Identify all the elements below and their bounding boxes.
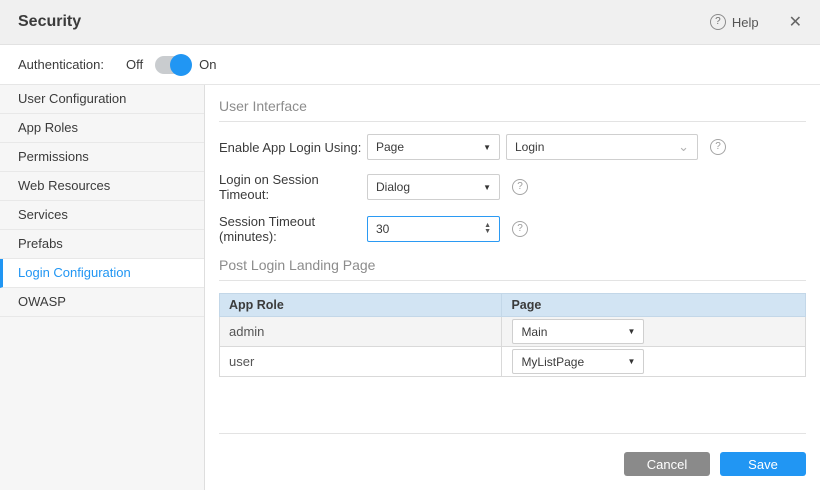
authentication-bar: Authentication: Off On xyxy=(0,45,820,85)
session-timeout-minutes-value: 30 xyxy=(376,222,389,236)
app-role-cell: user xyxy=(220,347,502,377)
session-timeout-help-icon[interactable]: ? xyxy=(512,179,528,195)
dropdown-arrow-icon: ▼ xyxy=(483,183,491,192)
sidebar-item-services[interactable]: Services xyxy=(0,201,204,230)
user-page-select[interactable]: MyListPage ▼ xyxy=(512,349,644,374)
save-button[interactable]: Save xyxy=(720,452,806,476)
login-configuration-panel: User Interface Enable App Login Using: P… xyxy=(205,85,820,490)
dropdown-arrow-icon: ▼ xyxy=(628,327,636,336)
session-timeout-type-value: Dialog xyxy=(376,180,410,194)
enable-app-login-row: Enable App Login Using: Page ▼ Login ⌄ ? xyxy=(219,134,806,160)
section-title-post-login: Post Login Landing Page xyxy=(219,257,806,281)
authentication-toggle[interactable] xyxy=(155,56,189,74)
table-header-row: App Role Page xyxy=(220,294,806,317)
session-timeout-type-select[interactable]: Dialog ▼ xyxy=(367,174,500,200)
admin-page-select[interactable]: Main ▼ xyxy=(512,319,644,344)
number-stepper-icon[interactable]: ▲▼ xyxy=(484,223,491,235)
sidebar-item-owasp[interactable]: OWASP xyxy=(0,288,204,317)
timeout-minutes-help-icon[interactable]: ? xyxy=(512,221,528,237)
cancel-button[interactable]: Cancel xyxy=(624,452,710,476)
close-icon[interactable]: ✕ xyxy=(789,12,802,32)
column-header-page: Page xyxy=(502,294,806,317)
user-page-value: MyListPage xyxy=(521,355,584,369)
app-role-cell: admin xyxy=(220,317,502,347)
app-login-type-value: Page xyxy=(376,140,404,154)
help-icon: ? xyxy=(710,14,726,30)
login-session-timeout-row: Login on Session Timeout: Dialog ▼ ? xyxy=(219,172,806,202)
page-title: Security xyxy=(18,13,81,31)
dropdown-arrow-icon: ▼ xyxy=(628,357,636,366)
authentication-label: Authentication: xyxy=(18,57,104,72)
table-row: admin Main ▼ xyxy=(220,317,806,347)
toggle-knob xyxy=(170,54,192,76)
help-button[interactable]: ? Help xyxy=(710,14,759,30)
chevron-down-icon: ⌄ xyxy=(678,143,689,151)
session-timeout-minutes-row: Session Timeout (minutes): 30 ▲▼ ? xyxy=(219,214,806,244)
table-row: user MyListPage ▼ xyxy=(220,347,806,377)
sidebar-item-web-resources[interactable]: Web Resources xyxy=(0,172,204,201)
app-login-help-icon[interactable]: ? xyxy=(710,139,726,155)
sidebar-item-user-configuration[interactable]: User Configuration xyxy=(0,85,204,114)
session-timeout-minutes-label: Session Timeout (minutes): xyxy=(219,214,367,244)
sidebar-item-permissions[interactable]: Permissions xyxy=(0,143,204,172)
sidebar-item-login-configuration[interactable]: Login Configuration xyxy=(0,259,204,288)
security-dialog: Security ? Help ✕ Authentication: Off On… xyxy=(0,0,820,490)
section-title-user-interface: User Interface xyxy=(219,98,806,122)
dialog-footer: Cancel Save xyxy=(219,433,806,476)
sidebar-item-app-roles[interactable]: App Roles xyxy=(0,114,204,143)
column-header-app-role: App Role xyxy=(220,294,502,317)
dropdown-arrow-icon: ▼ xyxy=(483,143,491,152)
toggle-on-label: On xyxy=(199,57,216,72)
dialog-header: Security ? Help ✕ xyxy=(0,0,820,45)
app-login-page-value: Login xyxy=(515,140,544,154)
enable-app-login-label: Enable App Login Using: xyxy=(219,140,367,155)
admin-page-value: Main xyxy=(521,325,547,339)
help-label: Help xyxy=(732,15,759,30)
toggle-off-label: Off xyxy=(126,57,143,72)
app-login-page-combobox[interactable]: Login ⌄ xyxy=(506,134,698,160)
app-login-type-select[interactable]: Page ▼ xyxy=(367,134,500,160)
sidebar-item-prefabs[interactable]: Prefabs xyxy=(0,230,204,259)
settings-sidebar: User Configuration App Roles Permissions… xyxy=(0,85,205,490)
login-session-timeout-label: Login on Session Timeout: xyxy=(219,172,367,202)
session-timeout-minutes-input[interactable]: 30 ▲▼ xyxy=(367,216,500,242)
post-login-landing-table: App Role Page admin Main ▼ xyxy=(219,293,806,377)
